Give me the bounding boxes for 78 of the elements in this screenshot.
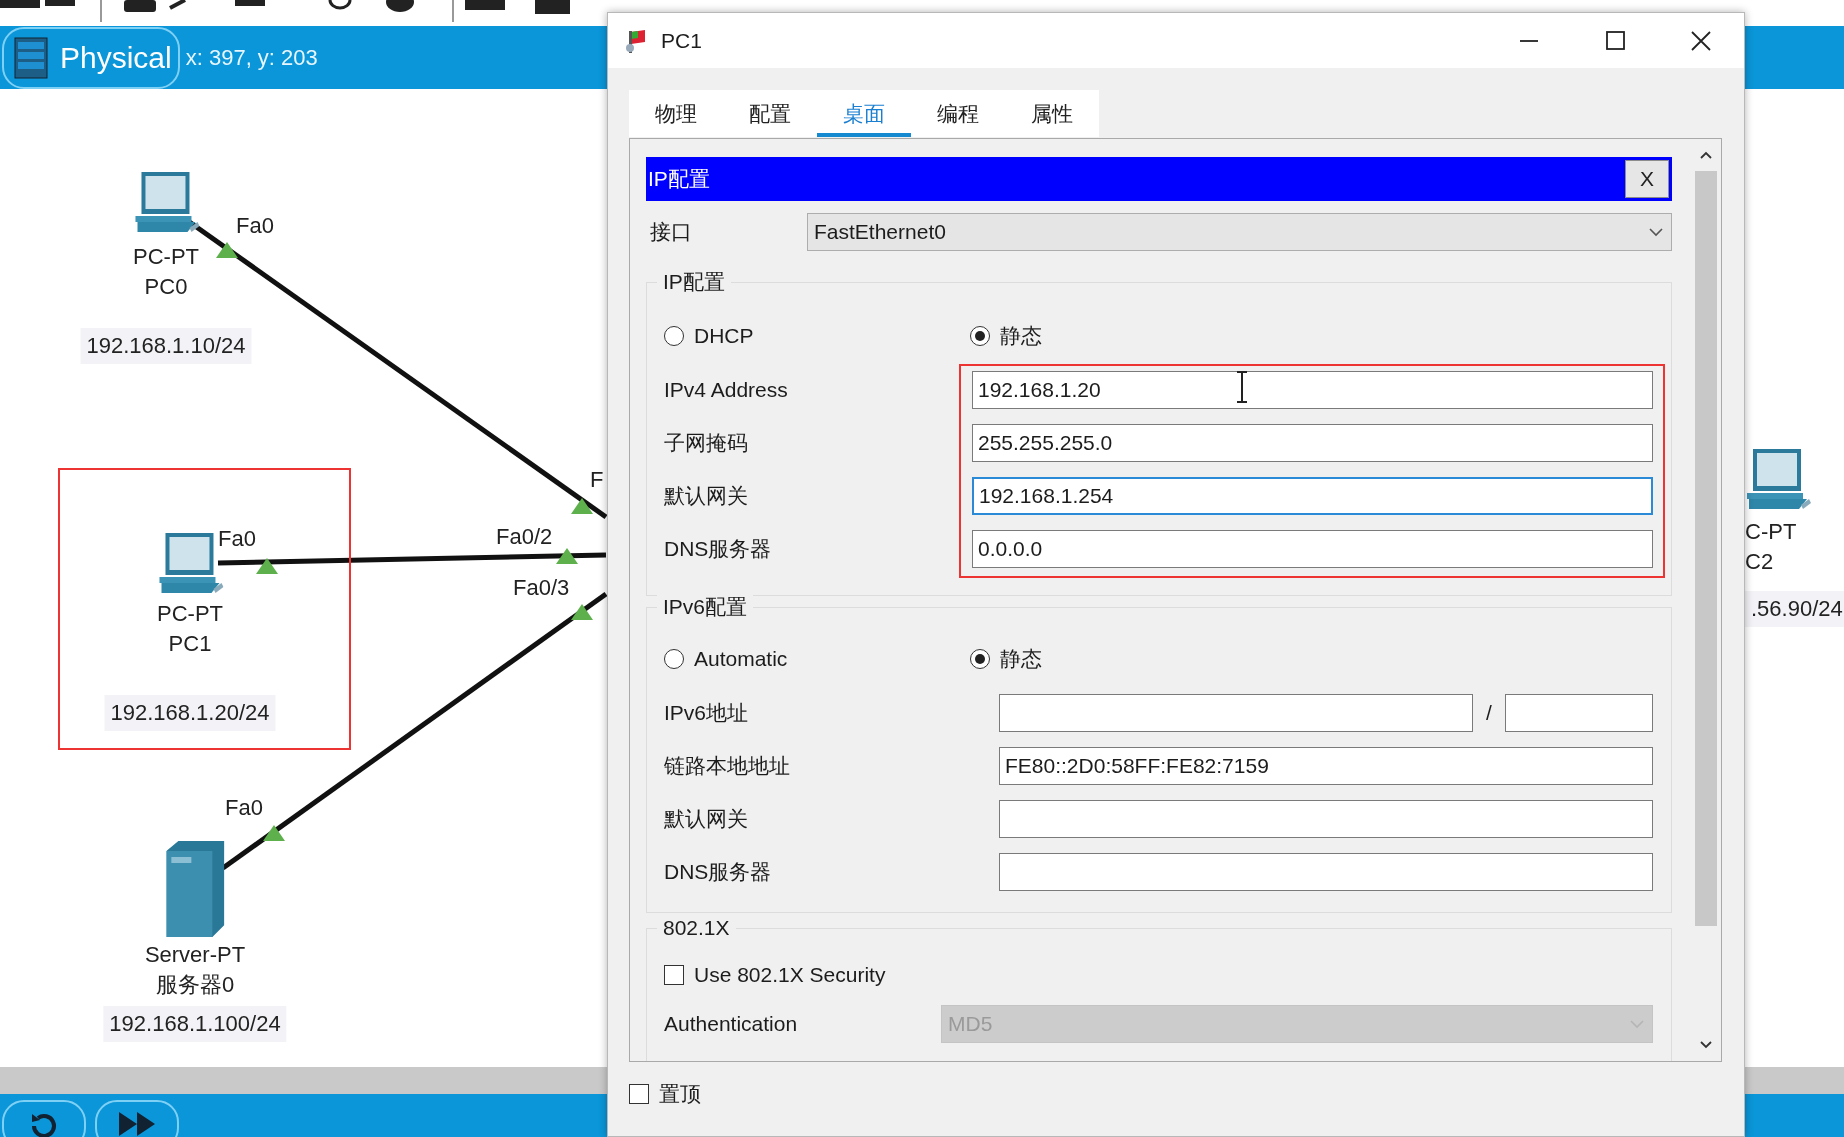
chevron-down-icon [1697,1039,1714,1051]
link-status-icon [571,604,593,620]
port-label: Fa0 [218,526,256,552]
ip-address-label: 192.168.1.100/24 [103,1006,287,1042]
list-icon [14,36,48,79]
checkbox[interactable] [664,965,684,985]
link-status-icon [216,242,238,258]
device-name-label: PC0 [144,273,188,301]
device-model-label: PC-PT [133,243,199,271]
radio-button[interactable] [970,649,990,669]
input-field[interactable] [999,852,1653,891]
link-status-icon [556,548,578,564]
cursor-coordinates: x: 397, y: 203 [185,44,318,71]
radio-option[interactable]: Automatic [664,647,970,671]
group-title: IPv6配置 [657,594,754,620]
scroll-thumb[interactable] [1694,171,1717,926]
window-title: PC1 [661,28,702,53]
close-panel-button[interactable]: X [1625,160,1669,198]
ip-address-label: 192.168.1.10/24 [80,328,252,364]
device-model-label: PC-PT [157,600,223,628]
input-field[interactable]: 192.168.1.254 [972,476,1653,515]
tab[interactable]: 物理 [629,90,723,137]
field-label: DNS服务器 [664,535,773,562]
field-label: 子网掩码 [664,429,749,456]
ip-address-label: 192.168.1.20/24 [104,695,276,731]
device-name-label: C2 [1745,548,1774,576]
input-field[interactable]: 192.168.1.20 [972,370,1653,409]
server-icon[interactable] [166,841,224,937]
tab[interactable]: 属性 [1005,90,1099,137]
tab[interactable]: 配置 [723,90,817,137]
device-model-label: Server-PT [144,941,246,969]
device-name-label: 服务器0 [155,971,235,999]
fast-forward-button[interactable] [95,1100,179,1137]
checkbox[interactable] [629,1084,649,1104]
input-field[interactable]: 0.0.0.0 [972,529,1653,568]
input-field[interactable]: 255.255.255.0 [972,423,1653,462]
radio-option[interactable]: 静态 [970,322,1042,350]
field-label: IPv4 Address [664,377,789,402]
device-name-label: PC1 [168,630,212,658]
port-label: Fa0 [225,795,263,821]
port-label: F [590,467,604,493]
radio-button[interactable] [664,649,684,669]
field-label: 链路本地地址 [664,752,791,779]
reset-button[interactable] [2,1100,86,1137]
input-field[interactable]: FE80::2D0:58FF:FE82:7159 [999,746,1653,785]
maximize-icon [1604,29,1626,52]
tab[interactable]: 编程 [911,90,1005,137]
field-label: Authentication [664,1011,799,1036]
checkbox-option[interactable]: 置顶 [629,1080,701,1108]
link-status-icon [256,558,278,574]
link-status-icon [571,498,593,514]
field-label: 默认网关 [664,482,749,509]
radio-option[interactable]: 静态 [970,645,1042,673]
port-label: Fa0/3 [513,575,570,601]
group-title: IP配置 [657,269,731,295]
radio-option[interactable]: DHCP [664,324,970,348]
field-label: IPv6地址 [664,699,750,726]
interface-dropdown[interactable]: FastEthernet0 [807,213,1672,251]
port-label: Fa0/2 [496,524,553,550]
link-status-icon [263,825,285,841]
field-label: 默认网关 [664,805,749,832]
input-field[interactable] [999,693,1473,732]
field-label: 接口 [649,219,693,245]
input-field[interactable] [1505,693,1653,732]
close-icon [1690,29,1712,52]
text-cursor-icon [1235,371,1249,403]
device-model-label: C-PT [1745,518,1797,546]
input-field[interactable] [999,799,1653,838]
panel-title: IP配置 [647,166,711,192]
separator-label: / [1485,700,1493,725]
radio-button[interactable] [970,326,990,346]
ip-address-label: .56.90/24 [1745,591,1844,627]
checkbox-option[interactable]: Use 802.1X Security [664,963,886,987]
radio-button[interactable] [664,326,684,346]
minimize-icon [1518,39,1540,42]
field-label: DNS服务器 [664,858,773,885]
tab[interactable]: 桌面 [817,90,911,137]
port-label: Fa0 [236,213,274,239]
